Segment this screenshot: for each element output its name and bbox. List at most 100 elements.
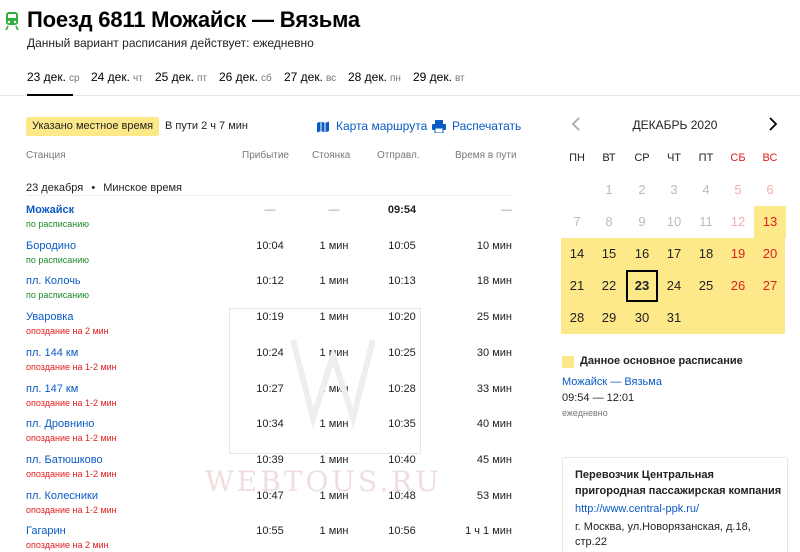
departure-time: 10:13 (388, 275, 416, 288)
stop-duration: — (328, 204, 340, 216)
calendar-weekday: ПТ (698, 152, 714, 164)
arrival-time: 10:55 (256, 525, 284, 538)
date-tab[interactable]: 28 дек. пн (348, 70, 401, 96)
calendar-day[interactable]: 21 (561, 270, 593, 302)
calendar-next-icon[interactable] (767, 116, 779, 132)
date-tabs: 23 дек. ср 24 дек. чт 25 дек. пт 26 дек. сб 27 д… (0, 70, 560, 96)
calendar-day[interactable]: 20 (754, 238, 786, 270)
calendar-day[interactable]: 18 (690, 238, 722, 270)
calendar-day[interactable]: 16 (626, 238, 658, 270)
departure-time: 09:54 (387, 204, 417, 216)
calendar-day: 3 (670, 182, 678, 197)
calendar-day: 11 (699, 214, 713, 229)
date-tab[interactable]: 23 дек. ср (27, 70, 80, 96)
station-link[interactable]: пл. 147 км (26, 383, 78, 395)
schedule-validity: Данный вариант расписания действует: еже… (27, 36, 314, 50)
station-status: опоздание на 2 мин (26, 540, 109, 551)
day-header: 23 декабря • Минское время (26, 182, 182, 194)
arrival-time: 10:04 (256, 239, 284, 252)
travel-time: 10 мин (476, 239, 512, 252)
date-tab-weekday: чт (132, 73, 143, 84)
calendar-day: 2 (638, 182, 646, 197)
calendar-prev-icon[interactable] (570, 116, 582, 132)
day-timezone: Минское время (103, 182, 182, 194)
stop-duration: 1 мин (319, 525, 349, 538)
travel-time: 18 мин (476, 275, 512, 288)
date-tab-day: 24 дек. (91, 70, 130, 84)
print-link[interactable]: Распечатать (432, 117, 521, 136)
calendar-day-selected[interactable]: 23 (626, 270, 658, 302)
calendar-day[interactable]: 17 (658, 238, 690, 270)
station-link[interactable]: Бородино (26, 240, 76, 252)
station-link[interactable]: пл. 144 км (26, 347, 78, 359)
calendar-weekday: СБ (730, 152, 746, 164)
travel-time: 45 мин (476, 453, 512, 466)
station-link[interactable]: пл. Колесники (26, 490, 98, 502)
route-map-link[interactable]: Карта маршрута (316, 117, 427, 136)
day-separator: • (91, 182, 96, 194)
date-tab-weekday: вт (454, 73, 465, 84)
legend-label: Данное основное расписание (580, 355, 743, 367)
calendar-day[interactable]: 14 (561, 238, 593, 270)
carrier-website-link[interactable]: http://www.central-ppk.ru/ (575, 503, 699, 515)
station-link[interactable]: пл. Батюшково (26, 454, 103, 466)
train-icon (5, 12, 19, 31)
calendar-day: 9 (638, 214, 646, 229)
travel-time: 1 ч 1 мин (465, 525, 512, 538)
station-link[interactable]: пл. Колочь (26, 275, 81, 287)
carrier-name: Перевозчик Центральная пригородная пасса… (575, 469, 782, 497)
date-tab-weekday: пт (196, 73, 207, 84)
date-tab[interactable]: 29 дек. вт (413, 70, 465, 96)
calendar-weekday: СР (634, 152, 650, 164)
calendar-day[interactable]: 30 (626, 302, 658, 334)
date-tab-weekday: пн (389, 73, 401, 84)
calendar-day[interactable]: 31 (658, 302, 690, 334)
column-travel-time: Время в пути (455, 150, 517, 161)
date-tab-day: 27 дек. (284, 70, 323, 84)
route-frequency: ежедневно (562, 408, 608, 418)
calendar-weekday: ЧТ (666, 152, 682, 164)
travel-time: 33 мин (476, 382, 512, 395)
calendar-day[interactable]: 13 (754, 206, 786, 238)
station-status: опоздание на 1-2 мин (26, 433, 117, 444)
station-status: опоздание на 1-2 мин (26, 397, 117, 408)
date-tab-day: 26 дек. (219, 70, 258, 84)
station-link[interactable]: пл. Дровнино (26, 418, 94, 430)
date-tab[interactable]: 25 дек. пт (155, 70, 207, 96)
station-link[interactable]: Уваровка (26, 311, 73, 323)
calendar-day[interactable]: 19 (722, 238, 754, 270)
column-arrival: Прибытие (242, 150, 289, 161)
route-times: 09:54 — 12:01 (562, 392, 635, 404)
station-link[interactable]: Гагарин (26, 525, 66, 537)
station-status: опоздание на 1-2 мин (26, 468, 117, 479)
date-tab[interactable]: 24 дек. чт (91, 70, 143, 96)
calendar-day: 6 (766, 182, 774, 197)
local-time-badge: Указано местное время (26, 117, 160, 136)
arrival-time: — (264, 204, 276, 216)
calendar-day[interactable]: 25 (690, 270, 722, 302)
date-tab-day: 29 дек. (413, 70, 452, 84)
station-link[interactable]: Можайск (26, 204, 74, 216)
calendar-month: ДЕКАБРЬ 2020 (632, 118, 718, 132)
travel-time: — (501, 204, 512, 216)
departure-time: 10:05 (388, 239, 416, 252)
calendar-day[interactable]: 22 (593, 270, 625, 302)
calendar-day[interactable]: 29 (593, 302, 625, 334)
table-row: пл. Колочь по расписанию 10:12 1 мин 10:13 18… (0, 275, 530, 311)
page-header: Поезд 6811 Можайск — Вязьма Данный вариа… (0, 0, 800, 96)
date-tab[interactable]: 26 дек. сб (219, 70, 272, 96)
station-status: опоздание на 1-2 мин (26, 504, 117, 515)
route-link[interactable]: Можайск — Вязьма (562, 376, 662, 388)
date-tab[interactable]: 27 дек. вс (284, 70, 336, 96)
calendar-day[interactable]: 27 (754, 270, 786, 302)
calendar-day[interactable]: 24 (658, 270, 690, 302)
column-station: Станция (26, 150, 66, 161)
calendar-day[interactable]: 28 (561, 302, 593, 334)
legend-swatch (562, 356, 574, 368)
day-date: 23 декабря (26, 182, 84, 194)
table-row: Можайск по расписанию — — 09:54 — (0, 204, 530, 240)
calendar-day[interactable]: 15 (593, 238, 625, 270)
calendar-day[interactable]: 26 (722, 270, 754, 302)
stop-duration: 1 мин (319, 239, 349, 252)
divider (26, 195, 512, 196)
